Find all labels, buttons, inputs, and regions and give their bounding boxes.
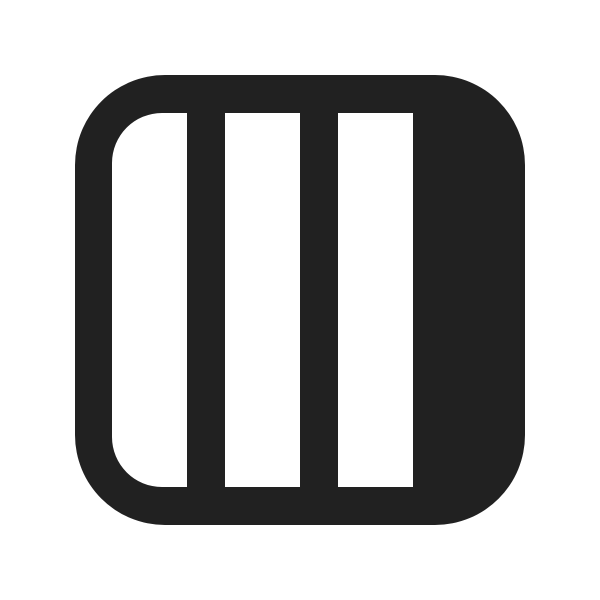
icon-outline [75, 75, 525, 525]
board-columns-icon [75, 75, 525, 525]
icon-canvas [0, 0, 600, 600]
